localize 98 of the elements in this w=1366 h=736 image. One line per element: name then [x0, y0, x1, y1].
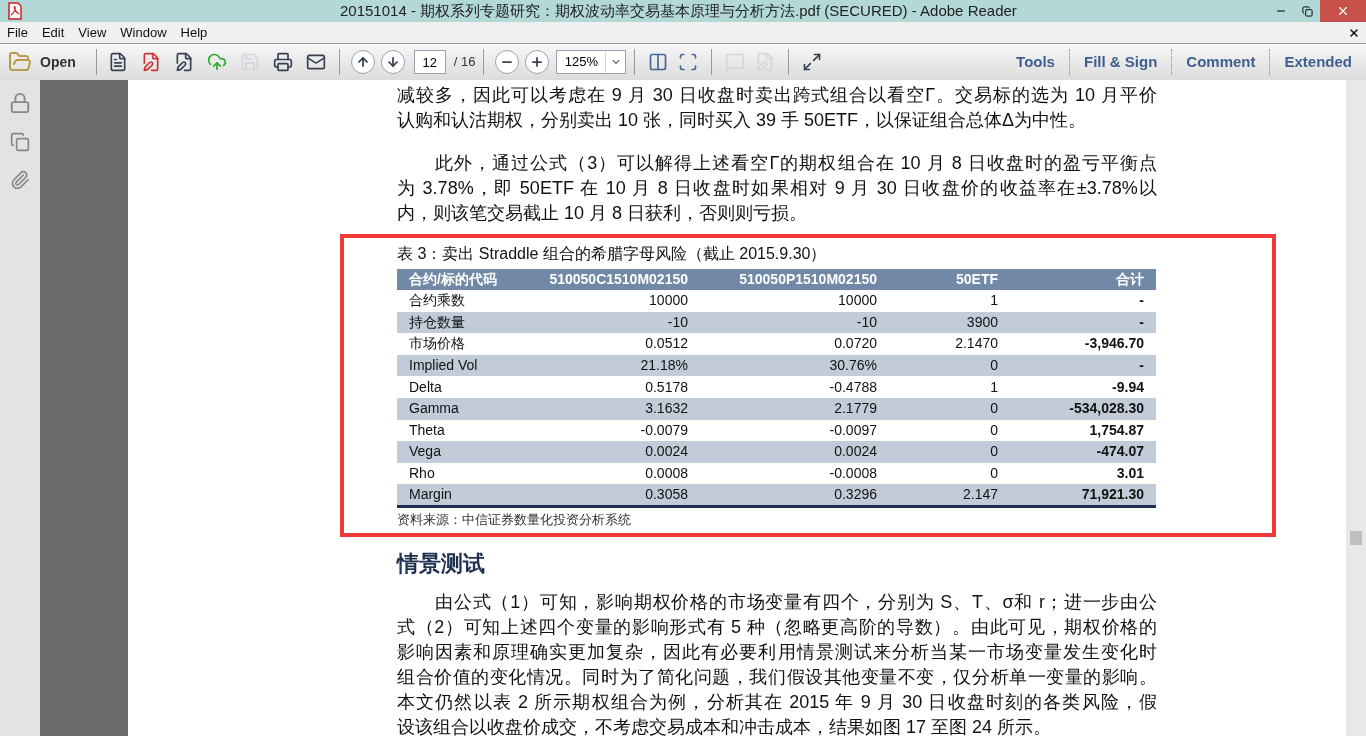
table-cell: 0 [889, 462, 1010, 485]
text-edit-icon [755, 52, 776, 72]
attachment-icon[interactable] [10, 170, 30, 190]
table-cell: - [1010, 290, 1156, 312]
table-cell: -474.07 [1010, 441, 1156, 463]
table-cell: 71,921.30 [1010, 484, 1156, 507]
table-cell: 1 [889, 376, 1010, 398]
table-cell: 0.0720 [700, 333, 889, 355]
menu-item[interactable]: View [71, 22, 114, 43]
fit-page-icon [678, 52, 699, 72]
table-cell: 2.1779 [700, 397, 889, 420]
table-cell: 3900 [889, 311, 1010, 334]
table-cell: -9.94 [1010, 376, 1156, 398]
table-cell: -0.0097 [700, 419, 889, 442]
table-cell: 市场价格 [397, 333, 547, 355]
close-icon [1348, 26, 1360, 39]
save-icon [239, 52, 260, 72]
lock-icon[interactable] [9, 92, 31, 114]
table-cell: 0.0512 [547, 333, 700, 355]
table-cell: 3.01 [1010, 462, 1156, 485]
table-cell: 合约乘数 [397, 290, 547, 312]
table-cell: -10 [700, 311, 889, 334]
table-cell: 0.3296 [700, 484, 889, 507]
table-cell: 0.0024 [547, 441, 700, 463]
zoom-dropdown[interactable]: 125% [556, 50, 627, 74]
mail-icon [305, 52, 326, 72]
arrow-up-icon [350, 50, 375, 74]
table-cell: 0 [889, 354, 1010, 377]
table-cell: 2.1470 [889, 333, 1010, 355]
table-cell: 1,754.87 [1010, 419, 1156, 442]
fit-width-icon [648, 52, 669, 72]
table-caption: 表 3：卖出 Straddle 组合的希腊字母风险（截止 2015.9.30） [397, 244, 828, 264]
table-cell: 2.147 [889, 484, 1010, 507]
pdf-icon [6, 2, 24, 20]
restore-icon [1301, 5, 1313, 17]
table-cell: 0 [889, 397, 1010, 420]
table-cell: Theta [397, 419, 547, 442]
table-cell: 持仓数量 [397, 311, 547, 334]
table-cell: 0 [889, 419, 1010, 442]
panel-tab[interactable]: Comment [1171, 49, 1270, 75]
scrollbar[interactable] [1346, 80, 1366, 736]
open-button[interactable]: Open [8, 50, 90, 74]
column-header: 合计 [1010, 269, 1156, 290]
table-cell: Rho [397, 462, 547, 485]
page-number-field[interactable]: 12 [413, 50, 446, 74]
column-header: 510050C1510M02150 [547, 269, 700, 290]
table-cell: 10000 [700, 290, 889, 312]
column-header: 510050P1510M02150 [700, 269, 889, 290]
menu-item[interactable]: Edit [34, 22, 72, 43]
panel-tab[interactable]: Fill & Sign [1068, 49, 1172, 75]
column-header: 50ETF [889, 269, 1010, 290]
table-cell: - [1010, 354, 1156, 377]
table-cell: -0.4788 [700, 376, 889, 398]
table-cell: -10 [547, 311, 700, 334]
minus-icon [495, 50, 520, 74]
table-cell: 0 [889, 441, 1010, 463]
table-cell: 0.0024 [700, 441, 889, 463]
table-cell: 0.3058 [547, 484, 700, 507]
panel-tab[interactable]: Extended [1269, 49, 1366, 75]
paragraph: 此外，通过公式（3）可以解得上述看空Γ的期权组合在 10 月 8 日收盘时的盈亏平衡点 为 3.78%，即 50ETF 在 10 月 8 日收盘时如果相对 9 月 30 日收盘价的收益率在±3.78%以 内，则该笔交易截止 10 月 8 日获利，否则则亏损。 [397, 152, 1157, 225]
table-cell: 10000 [547, 290, 700, 312]
table-cell: 0.5178 [547, 376, 700, 398]
table-cell: 3.1632 [547, 397, 700, 420]
panel-tab[interactable]: Tools [1002, 49, 1069, 75]
table-cell: 1 [889, 290, 1010, 312]
table-cell: -0.0079 [547, 419, 700, 442]
comment-icon [725, 52, 746, 72]
menu-item[interactable]: Help [173, 22, 215, 43]
column-header: 合约/标的代码 [397, 269, 547, 290]
table-cell: -0.0008 [700, 462, 889, 485]
table-cell: Implied Vol [397, 354, 547, 377]
page-total: / 16 [453, 53, 476, 72]
table-cell: 0.0008 [547, 462, 700, 485]
menu-item[interactable]: File [0, 22, 35, 43]
table-cell: -534,028.30 [1010, 397, 1156, 420]
plus-icon [525, 50, 550, 74]
table-source: 资料来源：中信证券数量化投资分析系统 [397, 511, 632, 530]
folder-icon [8, 50, 32, 74]
table-cell: 21.18% [547, 354, 700, 377]
table-cell: -3,946.70 [1010, 333, 1156, 355]
table-cell: Gamma [397, 397, 547, 420]
paragraph: 减较多，因此可以考虑在 9 月 30 日收盘时卖出跨式组合以看空Γ。交易标的选为 10 月平价 认购和认沽期权，分别卖出 10 张，同时买入 39 手 50ETF，以保证组合总体Δ为中性。 [397, 84, 1157, 132]
arrow-down-icon [380, 50, 405, 74]
close-document-button[interactable] [1348, 26, 1360, 39]
table-cell: - [1010, 311, 1156, 334]
table-cell: Margin [397, 484, 547, 507]
print-icon [272, 52, 293, 72]
pages-icon[interactable] [10, 132, 30, 152]
close-icon [1336, 4, 1350, 18]
table-cell: 30.76% [700, 354, 889, 377]
table-cell: Delta [397, 376, 547, 398]
menu-item[interactable]: Window [113, 22, 174, 43]
cloud-upload-icon [206, 52, 227, 72]
full-screen-icon [802, 52, 823, 72]
paragraph: 由公式（1）可知，影响期权价格的市场变量有四个，分别为 S、T、σ和 r；进一步由公 式（2）可知上述四个变量的影响形式有 5 种（忽略更高阶的导数）。由此可见，期权价格的 影响因素和原理确实更加复杂，因此有必要利用情景测试来分析当某一市场变量发生变化时 组合价值的变化情况。同时为了简化问题，我们假设其他变量不变，仅分析单一变量的影响。 本文仍然以表 2 所示期权组合为例，分析其在 2015 年 9 月 30 日收盘时刻的各类风险，假 设该组合以收盘价成交，不考虑交易成本和冲击成本，结果如图 17 至图 24 所示。 [397, 590, 1157, 736]
window-title: 20151014 - 期权系列专题研究：期权波动率交易基本原理与分析方法.pdf (SECURED) - Adobe Reader [340, 0, 1017, 21]
table-cell: Vega [397, 441, 547, 463]
section-heading: 情景测试 [397, 549, 486, 578]
